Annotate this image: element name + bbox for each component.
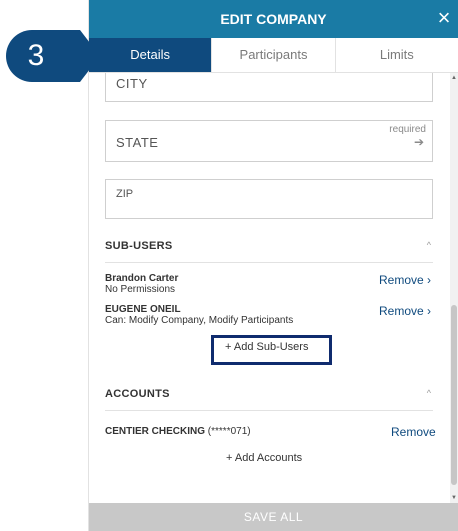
account-title: CENTIER CHECKING [105, 426, 206, 437]
sub-users-title: SUB-USERS [105, 240, 173, 252]
tab-bar: Details Participants Limits [89, 38, 458, 73]
scrollbar[interactable]: ▲ ▼ [450, 73, 458, 503]
chevron-up-icon[interactable]: ^ [427, 388, 431, 398]
state-label: STATE [116, 135, 159, 150]
city-field[interactable]: CITY [105, 73, 433, 102]
tab-participants[interactable]: Participants [212, 38, 336, 72]
remove-sub-user-link[interactable]: Remove › [379, 304, 431, 318]
tab-details[interactable]: Details [89, 38, 213, 72]
panel-title: EDIT COMPANY [220, 11, 327, 27]
remove-sub-user-link[interactable]: Remove › [379, 273, 431, 287]
add-accounts-button[interactable]: + Add Accounts [226, 452, 302, 464]
edit-company-panel: EDIT COMPANY × Details Participants Limi… [88, 0, 458, 531]
save-all-label: SAVE ALL [243, 510, 304, 524]
scroll-thumb[interactable] [451, 305, 457, 485]
city-label: CITY [116, 76, 148, 91]
sub-user-permissions: Can: Modify Company, Modify Participants [105, 315, 294, 326]
account-number: (*****071) [205, 426, 251, 437]
sub-user-permissions: No Permissions [105, 284, 176, 295]
accounts-header[interactable]: ACCOUNTS ^ [105, 388, 433, 411]
save-all-button[interactable]: SAVE ALL [89, 503, 458, 531]
required-indicator: required [389, 124, 426, 135]
zip-label: ZIP [116, 188, 134, 200]
state-field[interactable]: required ➔ STATE [105, 120, 433, 162]
remove-account-link[interactable]: Remove [391, 425, 436, 439]
account-name: CENTIER CHECKING (*****071) [105, 426, 251, 437]
tab-limits[interactable]: Limits [336, 38, 458, 72]
chevron-up-icon[interactable]: ^ [427, 240, 431, 250]
scroll-up-icon[interactable]: ▲ [450, 75, 458, 81]
step-number: 3 [27, 39, 45, 72]
zip-field[interactable]: ZIP [105, 179, 433, 219]
arrow-right-icon: ➔ [413, 135, 424, 149]
sub-users-header[interactable]: SUB-USERS ^ [105, 240, 433, 263]
step-badge: 3 [6, 30, 100, 82]
details-form: CITY required ➔ STATE ZIP SUB-USERS ^ Br… [89, 73, 449, 503]
sub-user-name: Brandon Carter [105, 273, 179, 284]
accounts-title: ACCOUNTS [105, 388, 170, 400]
sub-user-name: EUGENE ONEIL [105, 304, 181, 315]
scroll-down-icon[interactable]: ▼ [450, 495, 458, 501]
panel-header: EDIT COMPANY × [89, 0, 458, 38]
add-sub-users-button[interactable]: + Add Sub-Users [225, 341, 308, 353]
close-icon[interactable]: × [432, 6, 456, 30]
